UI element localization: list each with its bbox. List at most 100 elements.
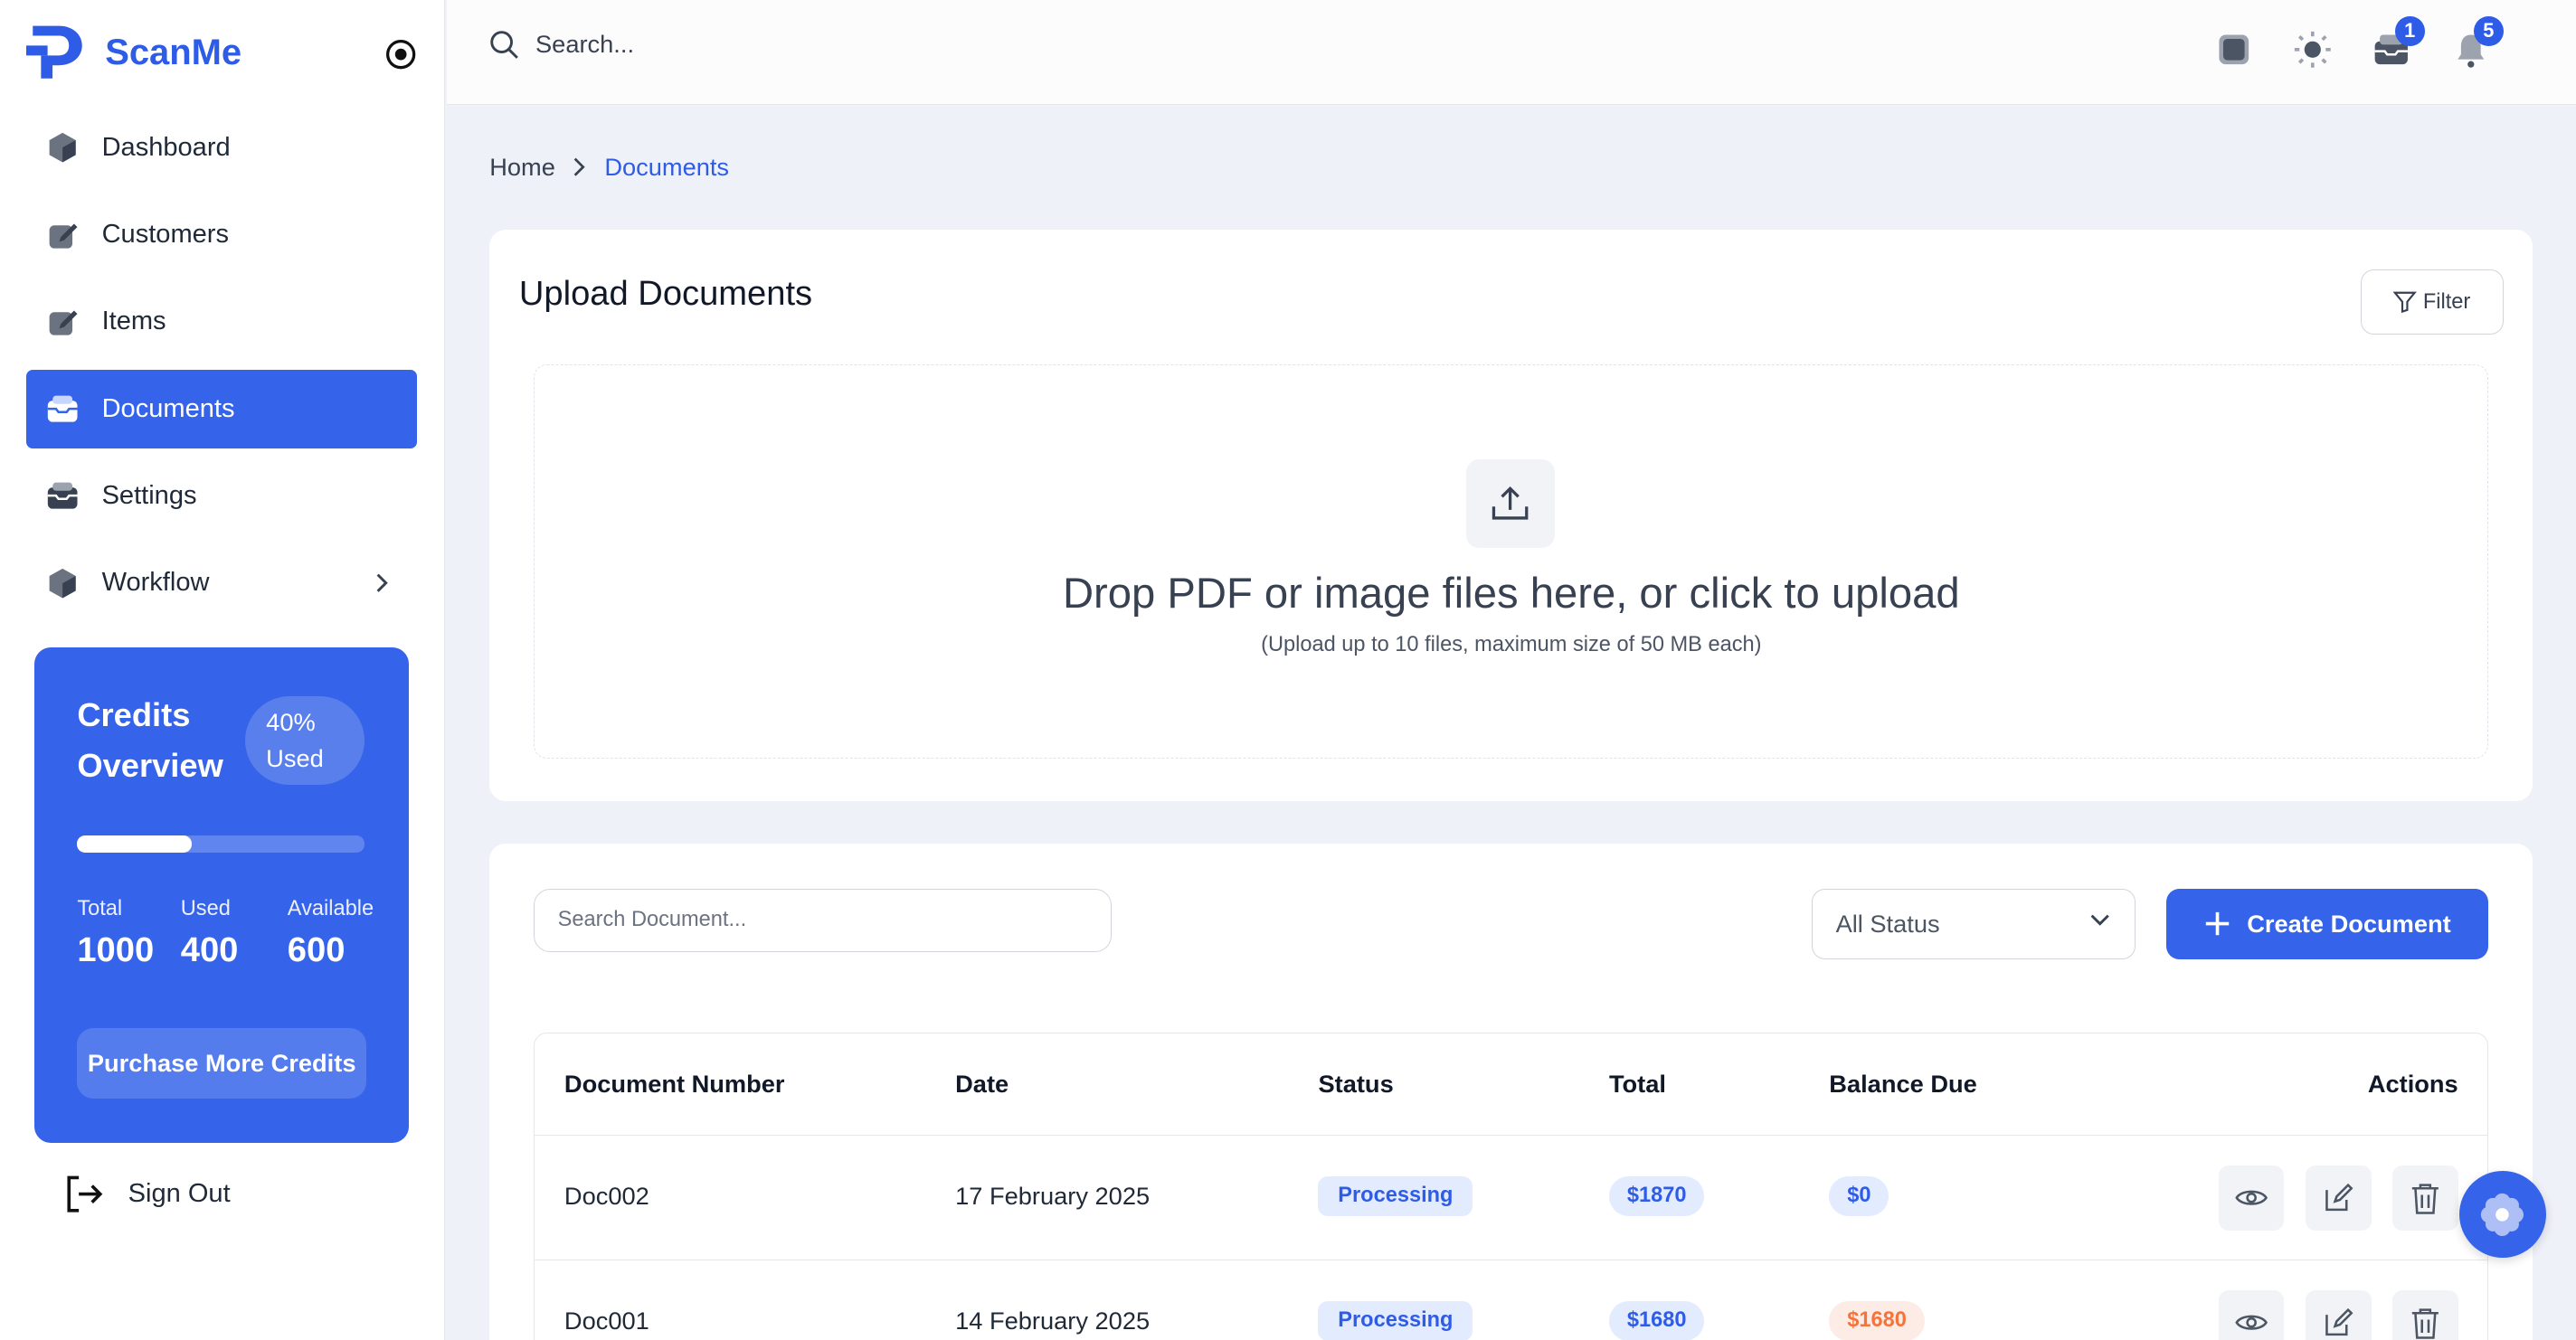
document-number[interactable]: Doc002	[564, 1182, 649, 1211]
credits-used: Used 400	[181, 897, 239, 971]
column-header-balance-due: Balance Due	[1829, 1070, 1977, 1099]
credits-overview-card: Credits Overview 40% Used Total 1000 Use…	[34, 646, 410, 1143]
breadcrumb-home[interactable]: Home	[489, 153, 555, 182]
cube-icon	[49, 568, 76, 599]
credits-used-label: Used	[266, 744, 324, 773]
dropzone-text: Drop PDF or image files here, or click t…	[1062, 570, 1960, 618]
credits-used-percent: 40%	[266, 708, 316, 737]
total-badge: $1870	[1608, 1176, 1705, 1216]
sign-out-button[interactable]: Sign Out	[62, 1173, 231, 1215]
filter-label: Filter	[2422, 289, 2471, 314]
inbox-icon	[47, 482, 78, 509]
credits-total-value: 1000	[77, 930, 155, 970]
column-header-status: Status	[1318, 1070, 1394, 1099]
sidebar-item-label: Dashboard	[101, 132, 231, 162]
global-search-placeholder: Search...	[535, 30, 635, 59]
edit-button[interactable]	[2305, 1289, 2372, 1340]
column-header-date: Date	[955, 1070, 1009, 1099]
documents-list-card: All Status Create Document Document Numb…	[489, 844, 2533, 1340]
chevron-right-icon	[376, 573, 388, 592]
notifications-button[interactable]: 5	[2451, 16, 2504, 70]
documents-table: Document Number Date Status Total Balanc…	[534, 1033, 2489, 1340]
document-date: 17 February 2025	[955, 1181, 1151, 1210]
plus-icon	[2205, 911, 2230, 936]
fullscreen-icon[interactable]	[2214, 30, 2254, 70]
balance-due-badge: $0	[1829, 1176, 1889, 1216]
sidebar-item-label: Workflow	[101, 568, 210, 598]
sidebar-item-workflow[interactable]: Workflow	[26, 543, 417, 622]
credits-available: Available 600	[288, 897, 374, 971]
sidebar-toggle-icon[interactable]	[384, 38, 417, 71]
balance-due-badge: $1680	[1829, 1301, 1925, 1340]
trash-icon	[2412, 1308, 2439, 1339]
document-search-input[interactable]	[534, 888, 1113, 953]
app-name: ScanMe	[105, 32, 242, 72]
breadcrumb-current: Documents	[604, 152, 730, 181]
logo-icon	[26, 26, 82, 80]
edit-button[interactable]	[2305, 1165, 2372, 1231]
column-header-actions: Actions	[2367, 1070, 2458, 1099]
filter-icon	[2393, 292, 2417, 314]
upload-documents-card: Upload Documents Filter Drop PDF or imag…	[489, 230, 2533, 802]
table-row: Doc001 14 February 2025 Processing $1680…	[535, 1260, 2487, 1340]
delete-button[interactable]	[2392, 1165, 2458, 1231]
credits-total: Total 1000	[77, 897, 154, 971]
flower-icon	[2481, 1193, 2524, 1236]
cube-icon	[49, 133, 76, 163]
credits-progress-fill	[77, 835, 193, 853]
sun-icon[interactable]	[2293, 30, 2333, 70]
upload-dropzone[interactable]: Drop PDF or image files here, or click t…	[534, 364, 2489, 760]
dropzone-hint: (Upload up to 10 files, maximum size of …	[1261, 633, 1762, 657]
status-badge: Processing	[1318, 1301, 1473, 1340]
credits-used-pill: 40% Used	[244, 696, 365, 786]
view-button[interactable]	[2218, 1289, 2285, 1340]
sidebar: ScanMe Dashboard Customers Items Documen…	[0, 0, 446, 1340]
view-button[interactable]	[2218, 1165, 2285, 1231]
trash-icon	[2412, 1184, 2439, 1214]
inbox-button[interactable]: 1	[2372, 16, 2425, 70]
sidebar-item-label: Settings	[101, 480, 197, 510]
status-badge: Processing	[1318, 1176, 1473, 1216]
sidebar-item-settings[interactable]: Settings	[26, 457, 417, 535]
document-number[interactable]: Doc001	[564, 1307, 649, 1335]
filter-button[interactable]: Filter	[2360, 269, 2504, 335]
edit-icon	[49, 222, 78, 249]
top-bar: Search... 1 5	[446, 0, 2576, 106]
edit-icon	[2325, 1307, 2353, 1335]
breadcrumb: Home Documents	[489, 153, 729, 182]
sidebar-item-label: Items	[101, 307, 166, 336]
logo[interactable]: ScanMe	[26, 23, 242, 81]
table-row: Doc002 17 February 2025 Processing $1870…	[535, 1136, 2488, 1260]
eye-icon	[2235, 1190, 2268, 1205]
sidebar-item-label: Customers	[101, 220, 229, 250]
sidebar-item-customers[interactable]: Customers	[26, 195, 417, 274]
edit-icon	[49, 310, 78, 335]
edit-icon	[2325, 1183, 2353, 1211]
chevron-right-icon	[573, 157, 585, 176]
table-header: Document Number Date Status Total Balanc…	[535, 1033, 2488, 1136]
notifications-badge: 5	[2474, 16, 2504, 46]
credits-available-label: Available	[287, 896, 374, 920]
purchase-credits-button[interactable]: Purchase More Credits	[77, 1027, 366, 1099]
sidebar-item-items[interactable]: Items	[26, 282, 417, 361]
sidebar-nav: Dashboard Customers Items Documents Sett…	[26, 109, 418, 631]
delete-button[interactable]	[2392, 1289, 2458, 1340]
upload-title: Upload Documents	[518, 274, 813, 314]
column-header-total: Total	[1608, 1070, 1666, 1099]
credits-used-value: 400	[180, 930, 239, 970]
sign-out-label: Sign Out	[128, 1178, 231, 1208]
sidebar-item-documents[interactable]: Documents	[26, 369, 418, 448]
settings-fab[interactable]	[2458, 1170, 2546, 1259]
credits-available-value: 600	[287, 930, 346, 970]
status-filter-select[interactable]: All Status	[1812, 888, 2136, 959]
app-root: ScanMe Dashboard Customers Items Documen…	[0, 0, 2576, 1340]
eye-icon	[2235, 1315, 2268, 1331]
create-document-button[interactable]: Create Document	[2166, 888, 2489, 959]
column-header-document-number: Document Number	[564, 1070, 785, 1099]
sidebar-item-dashboard[interactable]: Dashboard	[26, 109, 417, 187]
sidebar-item-label: Documents	[101, 393, 235, 423]
create-document-label: Create Document	[2247, 909, 2451, 938]
document-date: 14 February 2025	[955, 1306, 1151, 1335]
global-search[interactable]: Search...	[489, 30, 634, 60]
inbox-icon	[47, 395, 78, 422]
